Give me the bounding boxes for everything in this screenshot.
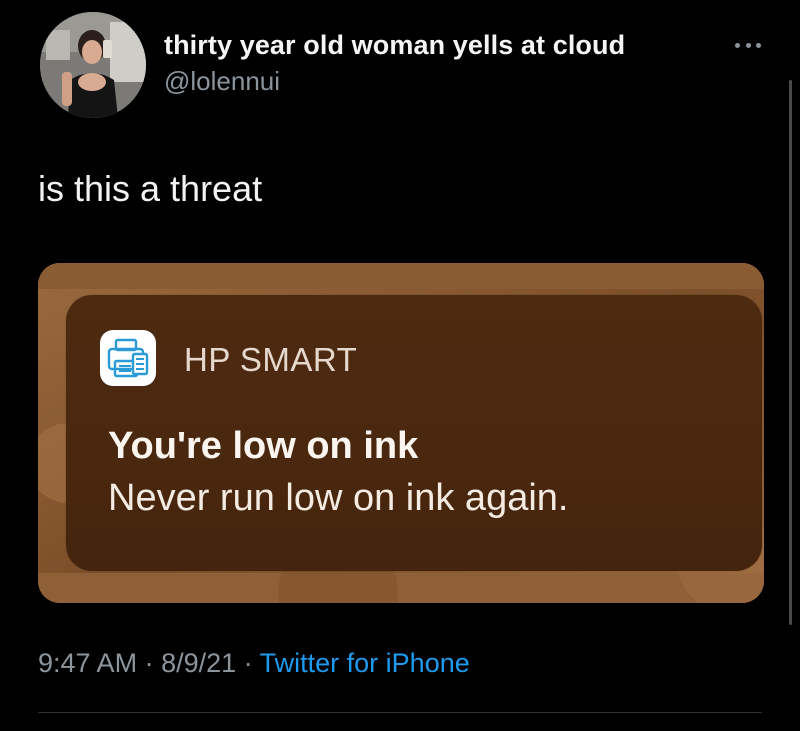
tweet-source-link[interactable]: Twitter for iPhone	[260, 648, 470, 678]
tweet: thirty year old woman yells at cloud @lo…	[0, 0, 800, 731]
tweet-time[interactable]: 9:47 AM	[38, 648, 137, 678]
dot	[745, 42, 751, 48]
dot	[735, 42, 740, 48]
profile-photo-icon	[40, 12, 146, 118]
tweet-media-image[interactable]: HP SMART You're low on ink Never run low…	[38, 263, 764, 603]
notification-card[interactable]: HP SMART You're low on ink Never run low…	[66, 295, 762, 571]
tweet-meta: 9:47 AM · 8/9/21 · Twitter for iPhone	[38, 648, 470, 679]
avatar[interactable]	[40, 12, 146, 118]
notification-body: Never run low on ink again.	[108, 477, 569, 519]
meta-separator: ·	[236, 648, 260, 678]
author-display-name[interactable]: thirty year old woman yells at cloud	[164, 30, 625, 61]
notification-title: You're low on ink	[108, 425, 419, 467]
author-handle[interactable]: @lolennui	[164, 66, 280, 97]
more-options-icon[interactable]	[735, 40, 761, 50]
divider	[38, 712, 762, 713]
tweet-date[interactable]: 8/9/21	[161, 648, 236, 678]
dot	[756, 42, 761, 48]
meta-separator: ·	[137, 648, 162, 678]
printer-icon	[100, 330, 156, 386]
notification-app-name: HP SMART	[184, 341, 358, 378]
scrollbar[interactable]	[789, 80, 792, 625]
tweet-text: is this a threat	[38, 168, 263, 209]
